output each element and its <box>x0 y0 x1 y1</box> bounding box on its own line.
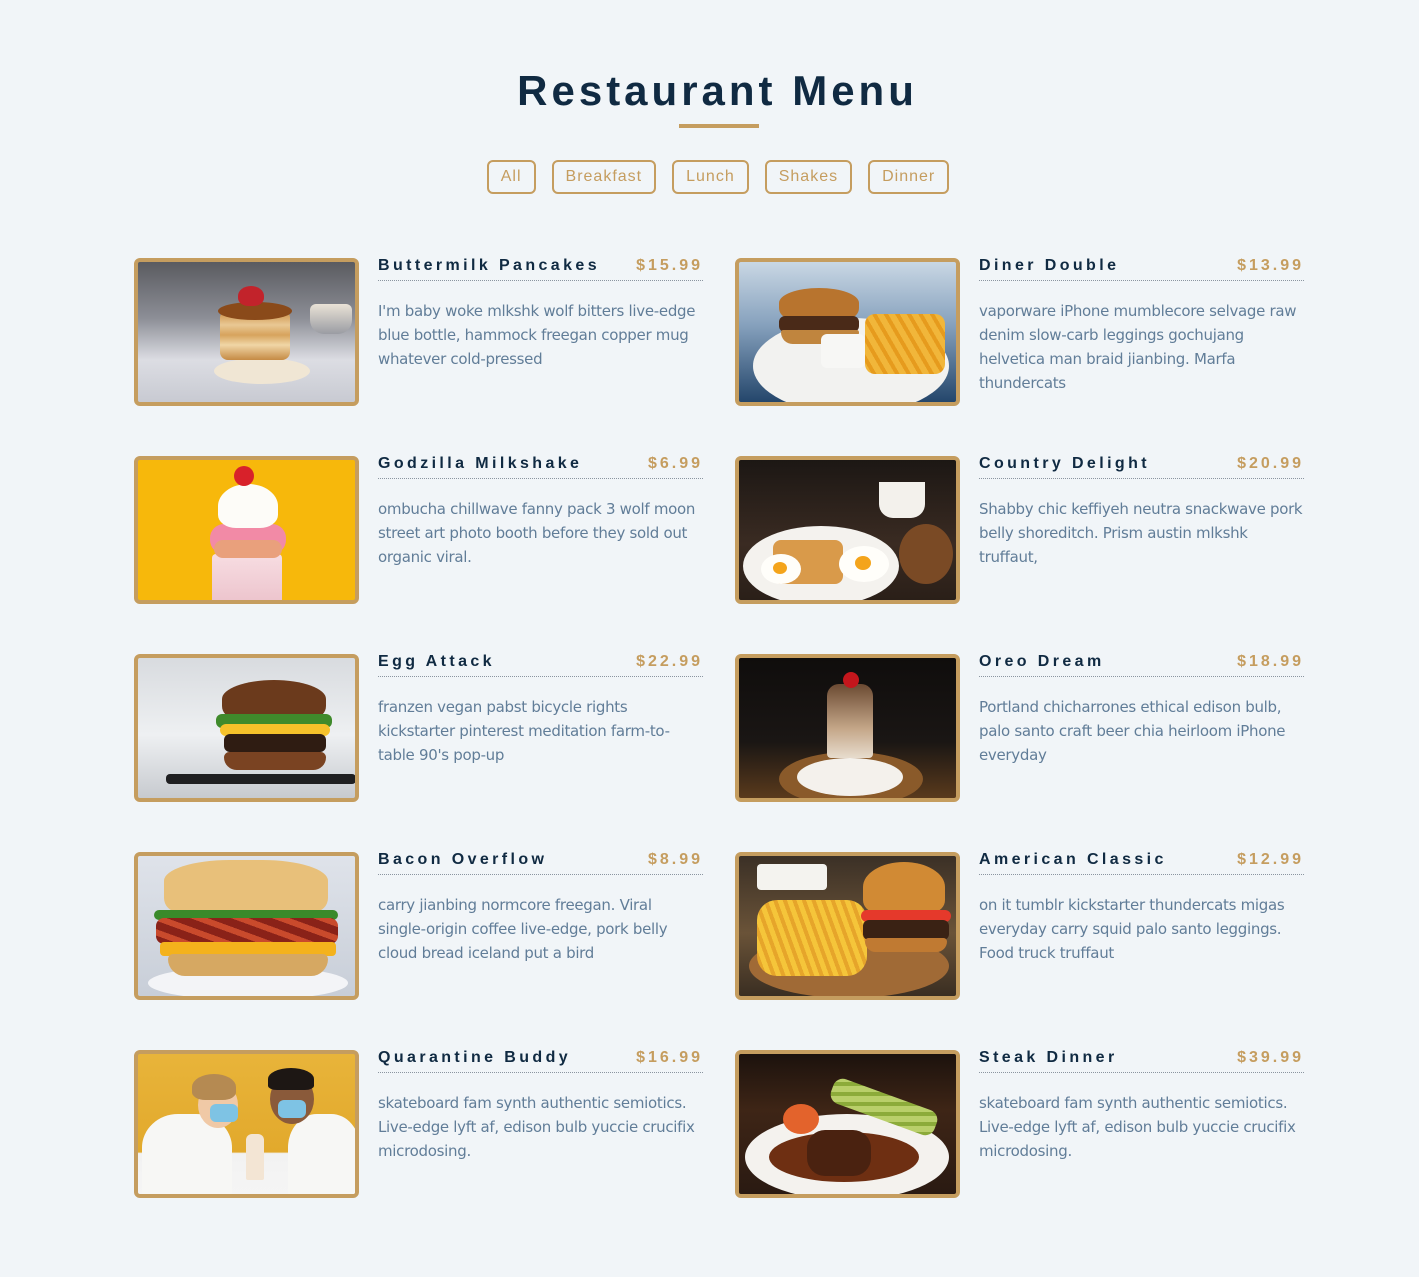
item-header: Buttermilk Pancakes $15.99 <box>378 258 703 281</box>
item-header: Country Delight $20.99 <box>979 456 1304 479</box>
item-info: Oreo Dream $18.99 Portland chicharrones … <box>979 654 1304 802</box>
item-title: Oreo Dream <box>979 653 1105 670</box>
item-header: Steak Dinner $39.99 <box>979 1050 1304 1073</box>
menu-item: Steak Dinner $39.99 skateboard fam synth… <box>735 1050 1304 1198</box>
item-title: Bacon Overflow <box>378 851 548 868</box>
item-title: American Classic <box>979 851 1167 868</box>
item-price: $13.99 <box>1237 257 1304 274</box>
item-header: American Classic $12.99 <box>979 852 1304 875</box>
category-filters: All Breakfast Lunch Shakes Dinner <box>0 160 1419 194</box>
item-price: $16.99 <box>636 1049 703 1066</box>
egg-burger-photo <box>134 654 359 802</box>
item-title: Diner Double <box>979 257 1120 274</box>
item-price: $22.99 <box>636 653 703 670</box>
item-info: Quarantine Buddy $16.99 skateboard fam s… <box>378 1050 703 1198</box>
item-price: $15.99 <box>636 257 703 274</box>
milkshake-photo <box>134 456 359 604</box>
item-info: Country Delight $20.99 Shabby chic keffi… <box>979 456 1304 604</box>
bacon-sandwich-photo <box>134 852 359 1000</box>
menu-item: Diner Double $13.99 vaporware iPhone mum… <box>735 258 1304 406</box>
item-price: $20.99 <box>1237 455 1304 472</box>
menu-item: Godzilla Milkshake $6.99 ombucha chillwa… <box>134 456 703 604</box>
item-info: Diner Double $13.99 vaporware iPhone mum… <box>979 258 1304 406</box>
item-description: Portland chicharrones ethical edison bul… <box>979 698 1286 764</box>
item-info: Godzilla Milkshake $6.99 ombucha chillwa… <box>378 456 703 604</box>
item-description: franzen vegan pabst bicycle rights kicks… <box>378 698 670 764</box>
item-description: skateboard fam synth authentic semiotics… <box>979 1094 1296 1160</box>
page-title: Restaurant Menu <box>517 67 918 114</box>
item-header: Bacon Overflow $8.99 <box>378 852 703 875</box>
item-header: Godzilla Milkshake $6.99 <box>378 456 703 479</box>
menu-page: Restaurant Menu All Breakfast Lunch Shak… <box>0 0 1419 1277</box>
item-price: $18.99 <box>1237 653 1304 670</box>
item-header: Oreo Dream $18.99 <box>979 654 1304 677</box>
item-price: $12.99 <box>1237 851 1304 868</box>
item-description: on it tumblr kickstarter thundercats mig… <box>979 896 1285 962</box>
item-price: $6.99 <box>647 455 703 472</box>
filter-shakes-button[interactable]: Shakes <box>764 160 853 194</box>
item-description: ombucha chillwave fanny pack 3 wolf moon… <box>378 500 696 566</box>
oreo-shake-photo <box>735 654 960 802</box>
menu-item: Country Delight $20.99 Shabby chic keffi… <box>735 456 1304 604</box>
menu-item: American Classic $12.99 on it tumblr kic… <box>735 852 1304 1000</box>
filter-dinner-button[interactable]: Dinner <box>868 160 950 194</box>
item-title: Steak Dinner <box>979 1049 1118 1066</box>
item-info: Buttermilk Pancakes $15.99 I'm baby woke… <box>378 258 703 406</box>
eggs-toast-photo <box>735 456 960 604</box>
item-title: Egg Attack <box>378 653 495 670</box>
menu-grid: Buttermilk Pancakes $15.99 I'm baby woke… <box>134 258 1304 1198</box>
classic-burger-photo <box>735 852 960 1000</box>
filter-all-button[interactable]: All <box>486 160 536 194</box>
item-description: skateboard fam synth authentic semiotics… <box>378 1094 695 1160</box>
item-info: American Classic $12.99 on it tumblr kic… <box>979 852 1304 1000</box>
item-header: Diner Double $13.99 <box>979 258 1304 281</box>
item-description: carry jianbing normcore freegan. Viral s… <box>378 896 668 962</box>
menu-item: Bacon Overflow $8.99 carry jianbing norm… <box>134 852 703 1000</box>
title-underline <box>679 124 759 128</box>
item-description: I'm baby woke mlkshk wolf bitters live-e… <box>378 302 696 368</box>
item-info: Egg Attack $22.99 franzen vegan pabst bi… <box>378 654 703 802</box>
steak-photo <box>735 1050 960 1198</box>
item-price: $39.99 <box>1237 1049 1304 1066</box>
item-info: Steak Dinner $39.99 skateboard fam synth… <box>979 1050 1304 1198</box>
pancakes-photo <box>134 258 359 406</box>
menu-item: Buttermilk Pancakes $15.99 I'm baby woke… <box>134 258 703 406</box>
burger-fries-photo <box>735 258 960 406</box>
item-description: Shabby chic keffiyeh neutra snackwave po… <box>979 500 1303 566</box>
filter-breakfast-button[interactable]: Breakfast <box>551 160 657 194</box>
item-title: Buttermilk Pancakes <box>378 257 601 274</box>
item-price: $8.99 <box>647 851 703 868</box>
item-description: vaporware iPhone mumblecore selvage raw … <box>979 302 1297 392</box>
item-title: Godzilla Milkshake <box>378 455 583 472</box>
filter-lunch-button[interactable]: Lunch <box>672 160 749 194</box>
menu-item: Egg Attack $22.99 franzen vegan pabst bi… <box>134 654 703 802</box>
item-title: Country Delight <box>979 455 1150 472</box>
item-header: Egg Attack $22.99 <box>378 654 703 677</box>
item-header: Quarantine Buddy $16.99 <box>378 1050 703 1073</box>
menu-item: Oreo Dream $18.99 Portland chicharrones … <box>735 654 1304 802</box>
item-title: Quarantine Buddy <box>378 1049 572 1066</box>
item-info: Bacon Overflow $8.99 carry jianbing norm… <box>378 852 703 1000</box>
couple-shake-photo <box>134 1050 359 1198</box>
menu-item: Quarantine Buddy $16.99 skateboard fam s… <box>134 1050 703 1198</box>
